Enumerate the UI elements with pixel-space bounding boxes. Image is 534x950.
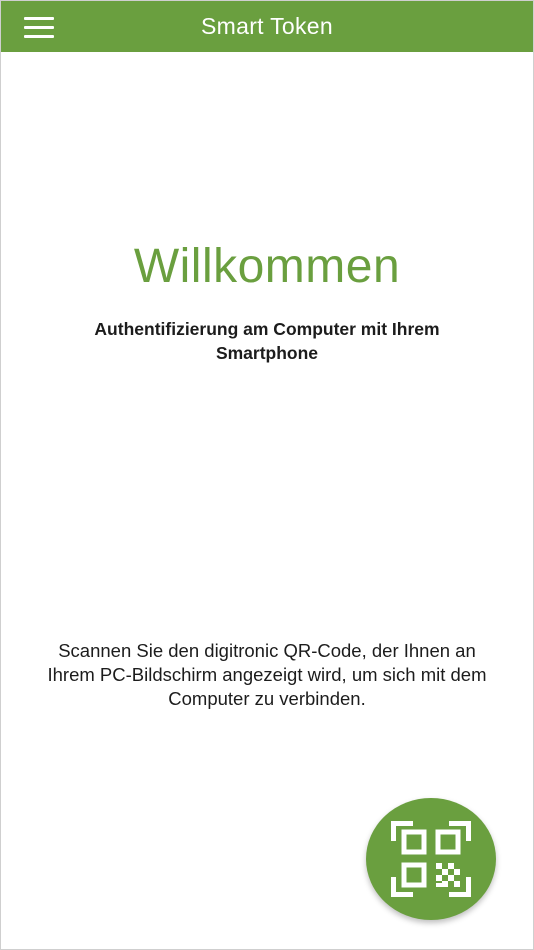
app-screen: Smart Token Willkommen Authentifizierung… <box>0 0 534 950</box>
scan-instruction: Scannen Sie den digitronic QR-Code, der … <box>47 640 487 709</box>
welcome-subtitle: Authentifizierung am Computer mit Ihrem … <box>94 319 440 363</box>
scan-qr-button[interactable] <box>366 798 496 920</box>
app-title: Smart Token <box>201 13 333 39</box>
app-bar: Smart Token <box>1 1 533 52</box>
welcome-heading: Willkommen <box>133 240 401 293</box>
qr-scan-icon <box>391 821 471 897</box>
